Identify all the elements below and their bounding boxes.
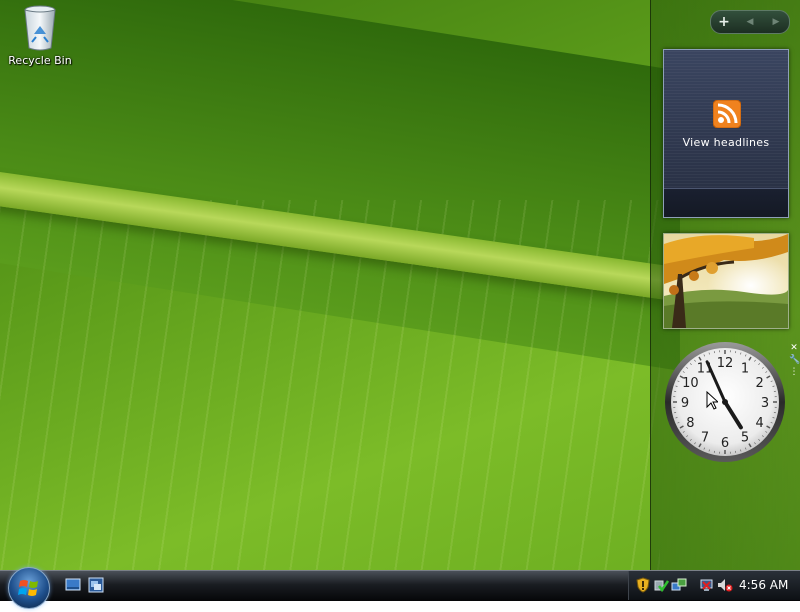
taskbar-clock[interactable]: 4:56 AM xyxy=(739,578,788,592)
clock-face: 121234567891011 xyxy=(663,340,787,464)
previous-page-button[interactable]: ◀ xyxy=(737,11,763,33)
close-gadget-button[interactable]: ✕ xyxy=(789,342,799,354)
clock-number: 7 xyxy=(701,431,709,446)
recycle-bin[interactable]: Recycle Bin xyxy=(4,2,76,72)
feed-gadget-footer xyxy=(664,188,788,217)
recycle-bin-icon xyxy=(22,4,58,52)
feed-headlines-gadget[interactable]: View headlines xyxy=(663,49,789,218)
mouse-pointer-icon xyxy=(706,391,718,410)
clock-number: 10 xyxy=(682,376,699,391)
clock-number: 1 xyxy=(741,361,749,376)
switch-windows-icon[interactable] xyxy=(88,577,104,593)
clock-number: 4 xyxy=(756,416,764,431)
clock-number: 6 xyxy=(721,436,729,451)
slideshow-gadget[interactable] xyxy=(663,233,789,329)
gadget-tools: ✕ 🔧 ⋮ xyxy=(789,342,799,384)
windows-logo-icon xyxy=(9,568,49,608)
clock-number: 5 xyxy=(741,431,749,446)
rss-icon xyxy=(713,100,741,128)
add-gadget-button[interactable]: + xyxy=(711,11,737,33)
network-disconnected-icon[interactable] xyxy=(699,577,715,593)
clock-gadget[interactable]: 121234567891011 xyxy=(663,340,787,464)
sidebar-controls: + ◀ ▶ xyxy=(710,10,790,34)
network-icon[interactable] xyxy=(671,577,687,593)
clock-number: 8 xyxy=(686,416,694,431)
clock-number: 3 xyxy=(761,396,769,411)
next-page-button[interactable]: ▶ xyxy=(763,11,789,33)
start-button[interactable] xyxy=(8,567,50,609)
gadget-options-button[interactable]: 🔧 xyxy=(789,354,799,366)
recycle-bin-label: Recycle Bin xyxy=(4,54,76,67)
clock-number: 9 xyxy=(681,396,689,411)
drag-gadget-handle[interactable]: ⋮ xyxy=(789,366,799,378)
volume-muted-icon[interactable] xyxy=(717,577,733,593)
clock-number: 12 xyxy=(717,356,734,371)
security-shield-icon[interactable] xyxy=(635,577,651,593)
clock-number: 2 xyxy=(756,376,764,391)
show-desktop-icon[interactable] xyxy=(65,577,81,593)
system-tray: 4:56 AM xyxy=(628,571,800,600)
autumn-tree-image xyxy=(664,234,788,328)
view-headlines-label[interactable]: View headlines xyxy=(664,136,788,149)
windows-defender-icon[interactable] xyxy=(653,577,669,593)
